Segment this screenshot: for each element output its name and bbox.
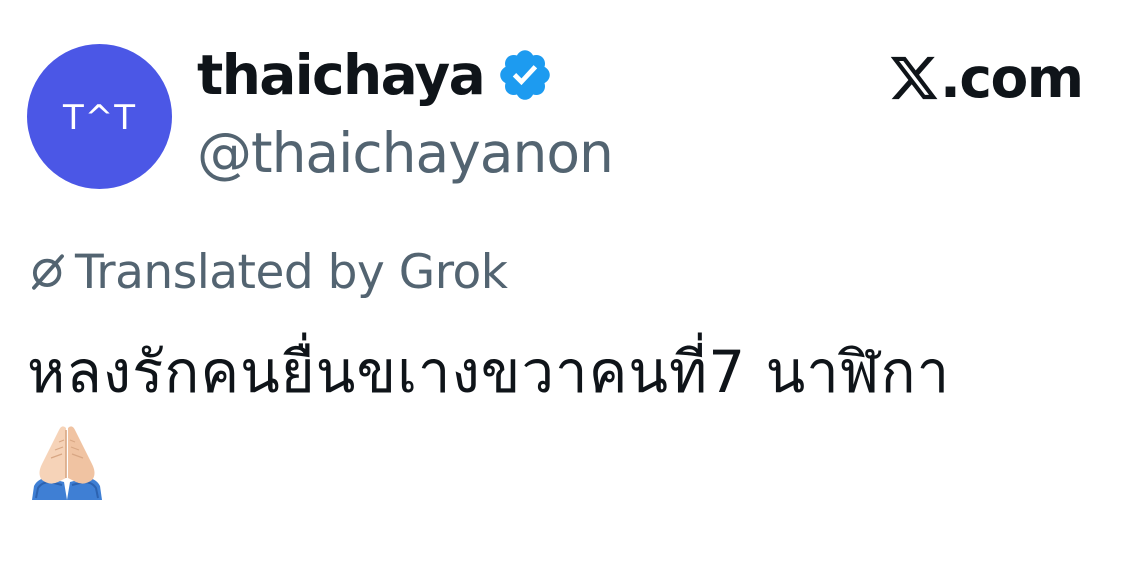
tweet-text: หลงรักคนยื่นขเางขวาคนที่7 นาฬิกา — [27, 338, 951, 406]
translation-indicator[interactable]: Translated by Grok — [27, 242, 508, 302]
folded-hands-icon — [32, 426, 102, 500]
grok-icon — [32, 254, 64, 290]
author-handle[interactable]: @thaichayanon — [197, 126, 614, 181]
brand-domain-suffix: .com — [940, 45, 1084, 110]
author-name-row: thaichaya — [197, 40, 554, 110]
avatar[interactable]: T^T — [27, 44, 172, 189]
x-logo-icon — [890, 56, 938, 100]
avatar-initials: T^T — [62, 97, 137, 138]
verified-badge-icon — [500, 50, 550, 100]
translated-by-label: Translated by Grok — [75, 244, 508, 300]
brand-watermark: .com — [888, 45, 1084, 110]
display-name[interactable]: thaichaya — [197, 47, 486, 103]
